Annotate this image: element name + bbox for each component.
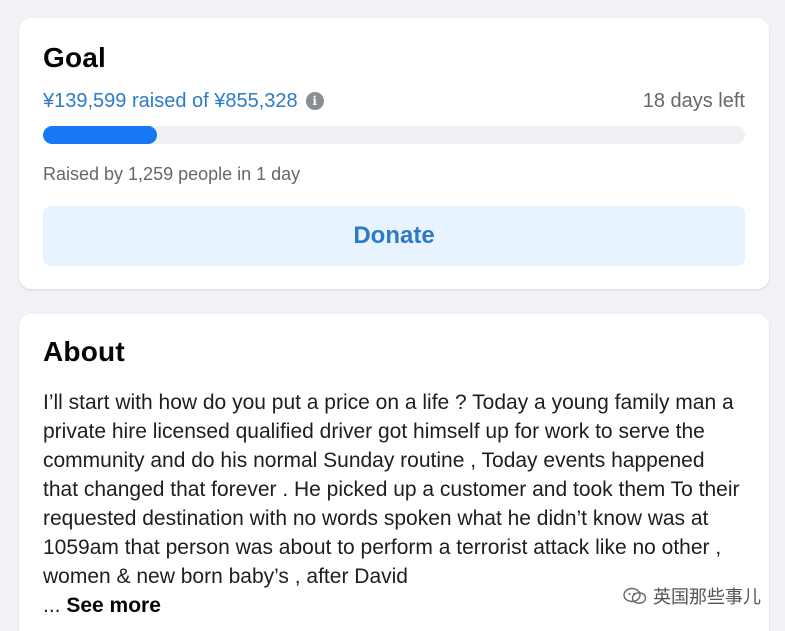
raised-row: ¥139,599 raised of ¥855,328 i 18 days le… [43, 88, 745, 114]
about-title: About [43, 336, 125, 367]
fundraiser-page: Goal ¥139,599 raised of ¥855,328 i 18 da… [0, 0, 785, 631]
ellipsis: ... [43, 594, 67, 617]
donate-button[interactable]: Donate [43, 206, 745, 266]
watermark: 英国那些事儿 [623, 583, 761, 609]
watermark-text: 英国那些事儿 [653, 587, 761, 607]
raised-summary: ¥139,599 raised of ¥855,328 i [43, 90, 324, 113]
progress-bar [43, 126, 745, 144]
progress-fill [43, 126, 158, 144]
wechat-logo-icon [623, 587, 647, 604]
raised-by-text: Raised by 1,259 people in 1 day [43, 164, 301, 184]
goal-title: Goal [43, 42, 107, 73]
see-more-link[interactable]: See more [66, 594, 161, 617]
days-left: 18 days left [642, 89, 745, 112]
info-icon[interactable]: i [305, 92, 324, 110]
about-body: I’ll start with how do you put a price o… [43, 391, 740, 588]
raised-amount: ¥139,599 raised of ¥855,328 [43, 89, 298, 112]
goal-card: Goal ¥139,599 raised of ¥855,328 i 18 da… [19, 18, 769, 289]
